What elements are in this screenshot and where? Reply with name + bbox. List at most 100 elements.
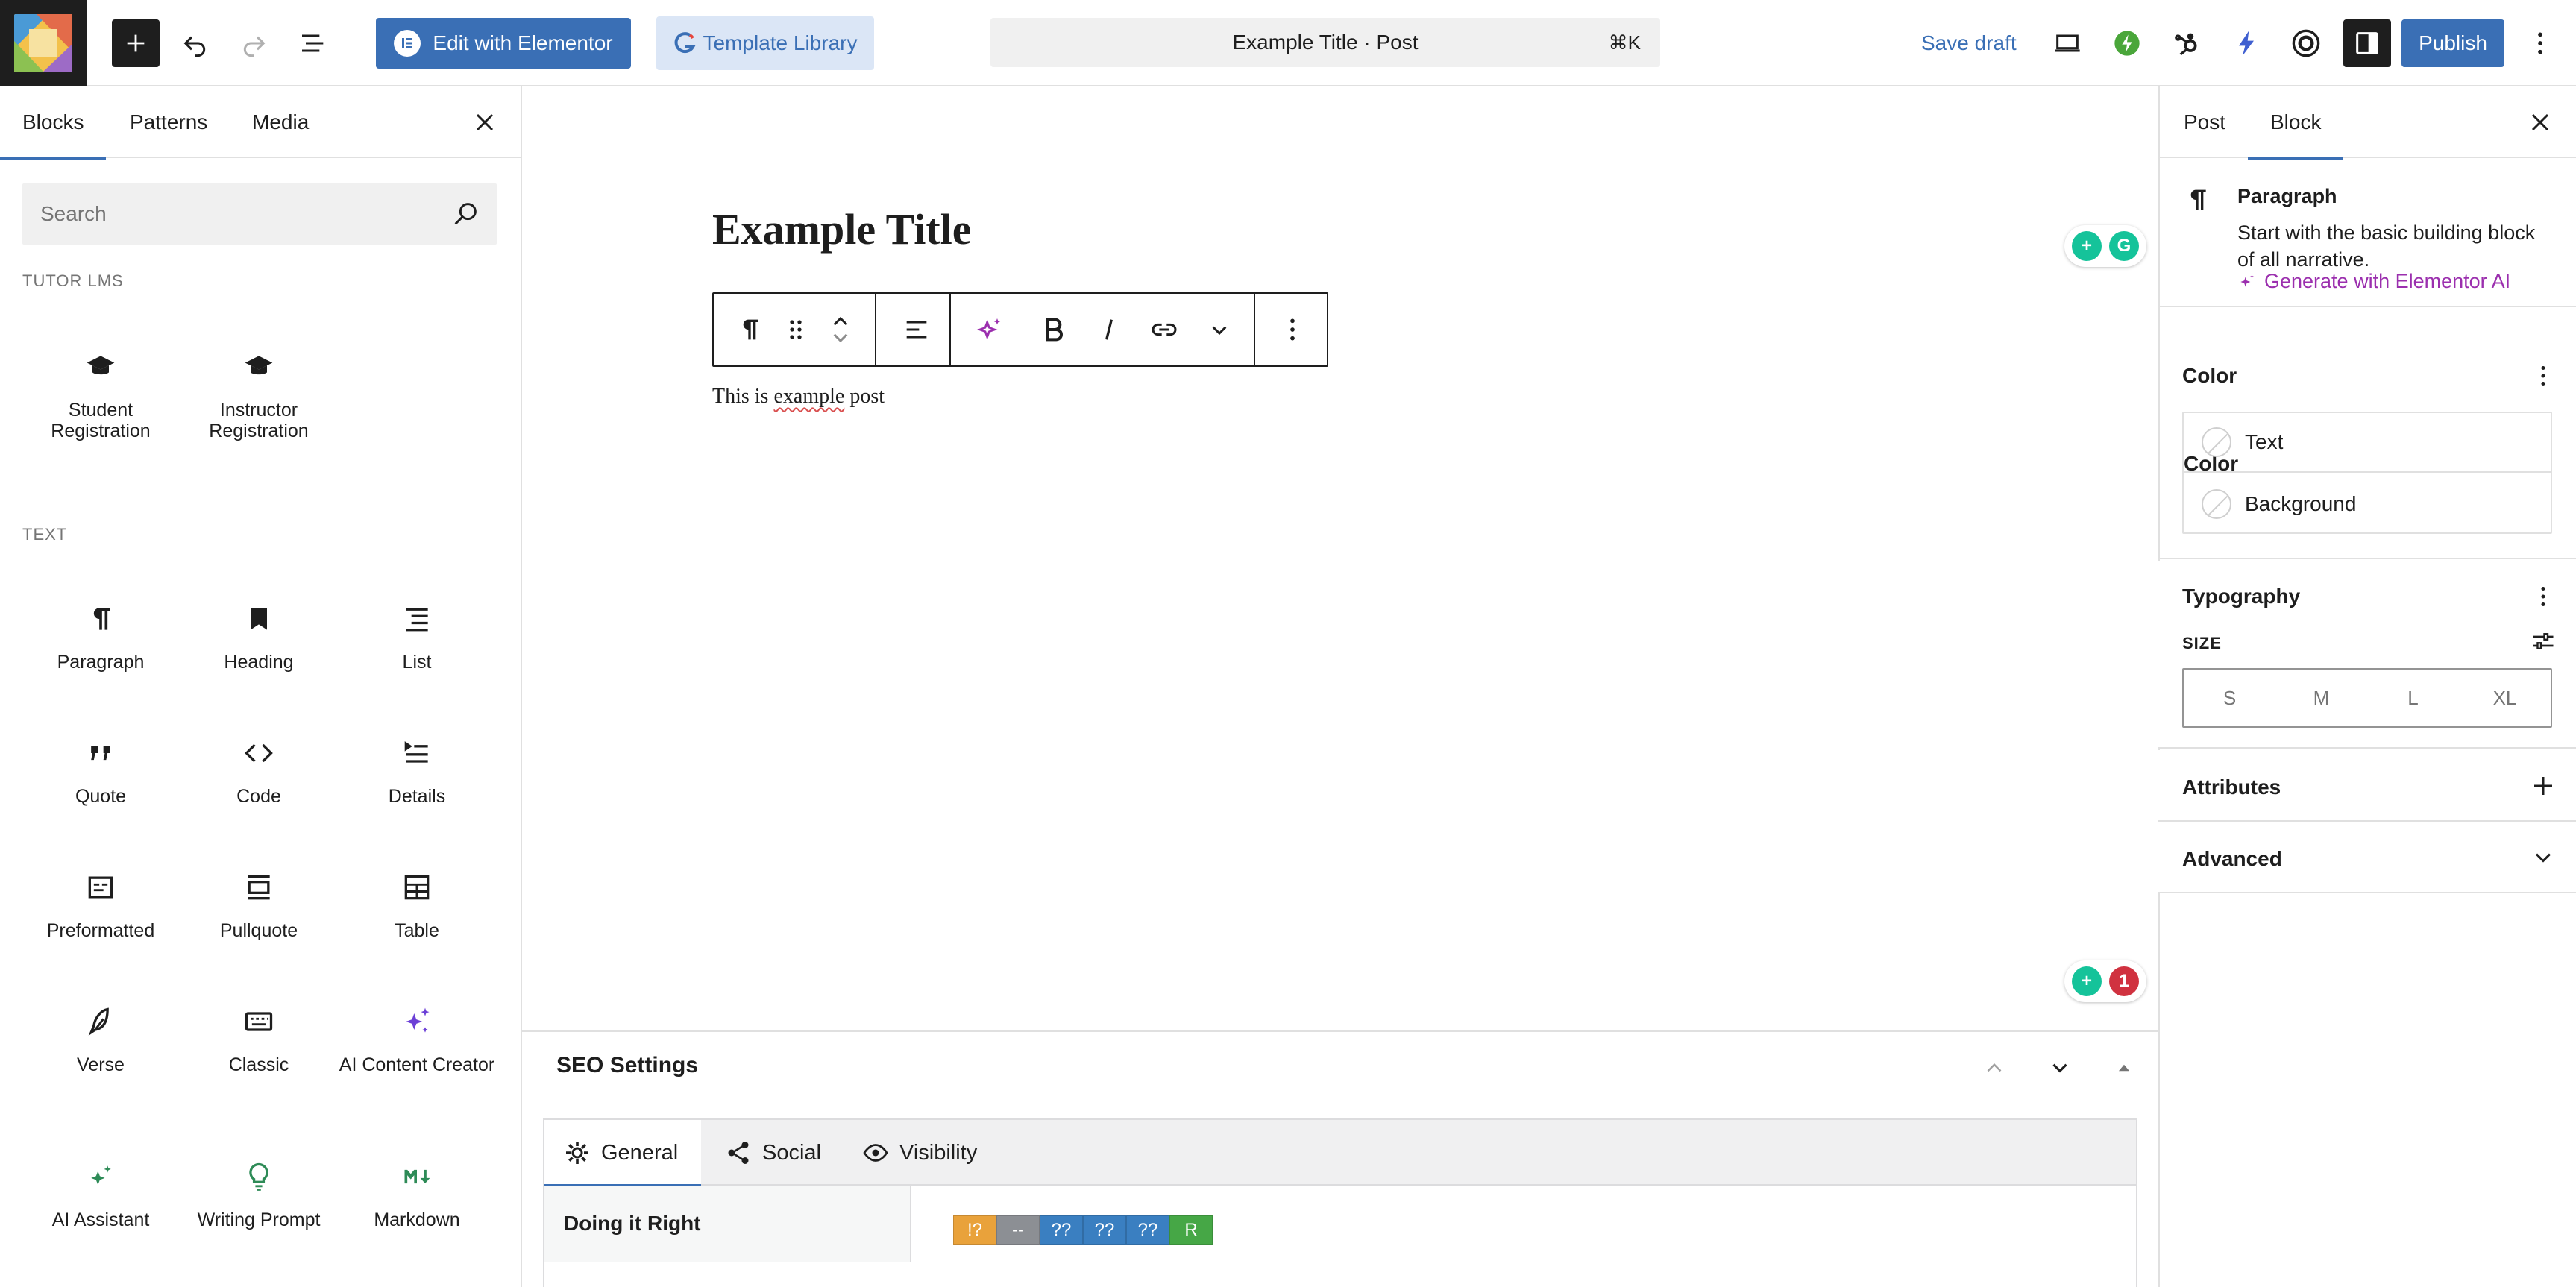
advanced-heading: Advanced <box>2182 847 2282 870</box>
custom-size-settings-icon[interactable] <box>2530 628 2557 655</box>
tab-block[interactable]: Block <box>2247 86 2345 160</box>
publish-button[interactable]: Publish <box>2401 19 2504 67</box>
ai-assist-button[interactable] <box>960 294 1020 365</box>
list-icon <box>406 608 428 632</box>
drag-handle[interactable] <box>773 294 818 365</box>
size-option-l[interactable]: L <box>2367 670 2459 726</box>
seo-tab-visibility[interactable]: Visibility <box>862 1120 977 1186</box>
post-title[interactable]: Example Title <box>712 204 972 254</box>
save-draft-button[interactable]: Save draft <box>1909 19 2029 67</box>
block-list[interactable]: List <box>338 601 496 673</box>
generate-with-elementor-ai-link[interactable]: Generate with Elementor AI <box>2237 270 2510 293</box>
block-search-input[interactable] <box>22 183 497 245</box>
settings-sidebar-toggle-button[interactable] <box>2343 19 2391 67</box>
move-up-down-button[interactable] <box>818 294 863 365</box>
toggle-panel-button[interactable] <box>2105 1048 2143 1087</box>
plus-icon[interactable] <box>2530 772 2557 799</box>
keyboard-icon <box>245 1012 273 1031</box>
seo-settings-metabox: SEO Settings General Social Visibility D… <box>522 1030 2158 1287</box>
block-paragraph[interactable]: Paragraph <box>22 601 180 673</box>
block-table[interactable]: Table <box>338 869 496 941</box>
block-pullquote[interactable]: Pullquote <box>180 869 338 941</box>
block-label: Quote <box>75 786 127 807</box>
seo-score-badge: -- <box>996 1215 1040 1245</box>
typography-section: Typography SIZE S M L XL <box>2158 561 2576 749</box>
close-inserter-icon[interactable] <box>470 107 500 137</box>
template-library-button[interactable]: Template Library <box>656 16 874 70</box>
yoast-o-button[interactable] <box>2282 19 2330 67</box>
edit-with-elementor-button[interactable]: Edit with Elementor <box>376 18 631 69</box>
block-ai-assistant[interactable]: AI Assistant <box>22 1159 180 1230</box>
color-options-kebab-icon[interactable] <box>2530 362 2557 389</box>
block-writing-prompt[interactable]: Writing Prompt <box>180 1159 338 1230</box>
color-options-box: Text Background <box>2182 412 2552 534</box>
move-up-button[interactable] <box>1975 1048 2014 1087</box>
block-label: List <box>402 652 432 673</box>
caret-up-icon <box>2118 1064 2130 1072</box>
redo-button[interactable] <box>230 19 277 67</box>
italic-button[interactable] <box>1082 294 1136 365</box>
seo-tab-label: General <box>601 1140 679 1165</box>
undo-button[interactable] <box>172 19 219 67</box>
misspelled-word[interactable]: example <box>773 385 844 408</box>
jetpack-boost-button[interactable] <box>2222 19 2270 67</box>
chevron-down-icon[interactable] <box>2530 844 2557 871</box>
seo-tab-social[interactable]: Social <box>725 1120 821 1186</box>
size-option-xl[interactable]: XL <box>2459 670 2551 726</box>
align-text-button[interactable] <box>887 294 946 365</box>
block-verse[interactable]: Verse <box>22 1004 180 1075</box>
color-section-heading: Color <box>2182 364 2237 387</box>
sidebar-tabs: Post Block <box>2160 86 2576 160</box>
performance-plugin-button[interactable] <box>2103 19 2151 67</box>
grammarly-widget-title[interactable]: + G <box>2064 225 2146 267</box>
typography-options-kebab-icon[interactable] <box>2530 583 2557 610</box>
color-text-option[interactable]: Text <box>2184 413 2551 473</box>
block-inserter-toggle-button[interactable] <box>112 19 160 67</box>
tab-media[interactable]: Media <box>252 86 309 158</box>
seo-score-badges: !? --?????? R <box>953 1215 1213 1245</box>
size-option-m[interactable]: M <box>2275 670 2367 726</box>
attributes-section[interactable]: Attributes <box>2158 750 2576 822</box>
block-markdown[interactable]: Markdown <box>338 1159 496 1230</box>
link-button[interactable] <box>1137 294 1191 365</box>
bold-button[interactable] <box>1027 294 1081 365</box>
plus-icon <box>127 34 145 52</box>
close-sidebar-icon[interactable] <box>2525 107 2555 137</box>
table-icon <box>404 875 430 900</box>
advanced-section[interactable]: Advanced <box>2158 822 2576 893</box>
block-instructor-registration[interactable]: Instructor Registration <box>180 349 338 441</box>
block-details[interactable]: Details <box>338 735 496 807</box>
tab-patterns[interactable]: Patterns <box>130 86 207 158</box>
block-label: Writing Prompt <box>197 1209 321 1230</box>
seo-tab-general[interactable]: General <box>544 1120 701 1187</box>
document-title: Example Title · Post <box>1232 31 1419 54</box>
document-overview-button[interactable] <box>289 19 337 67</box>
block-code[interactable]: Code <box>180 735 338 807</box>
paragraph-block[interactable]: This is example post <box>712 385 885 409</box>
color-background-option[interactable]: Background <box>2184 474 2551 534</box>
pilcrow-icon <box>93 608 110 630</box>
move-down-button[interactable] <box>2041 1048 2079 1087</box>
preview-button[interactable] <box>2043 19 2091 67</box>
markdown-icon <box>404 1169 430 1184</box>
block-type-button[interactable] <box>727 294 772 365</box>
more-formatting-button[interactable] <box>1193 294 1246 365</box>
options-menu-button[interactable] <box>2516 19 2564 67</box>
block-preformatted[interactable]: Preformatted <box>22 869 180 941</box>
block-search <box>22 183 497 245</box>
block-quote[interactable]: Quote <box>22 735 180 807</box>
color-settings-section: Color Text Background <box>2158 307 2576 559</box>
size-option-s[interactable]: S <box>2184 670 2275 726</box>
block-classic[interactable]: Classic <box>180 1004 338 1075</box>
block-options-button[interactable] <box>1266 294 1319 365</box>
site-logo-button[interactable] <box>0 0 87 86</box>
command-palette-document-bar[interactable]: Example Title · Post ⌘K <box>990 18 1660 67</box>
tab-post[interactable]: Post <box>2184 86 2225 158</box>
hubspot-button[interactable] <box>2163 19 2211 67</box>
tab-blocks[interactable]: Blocks <box>0 86 107 160</box>
block-ai-content-creator[interactable]: AI Content Creator <box>338 1004 496 1075</box>
block-heading[interactable]: Heading <box>180 601 338 673</box>
empty-swatch-icon <box>2202 427 2231 457</box>
grammarly-widget-content[interactable]: + 1 <box>2064 960 2146 1002</box>
block-student-registration[interactable]: Student Registration <box>22 349 180 441</box>
